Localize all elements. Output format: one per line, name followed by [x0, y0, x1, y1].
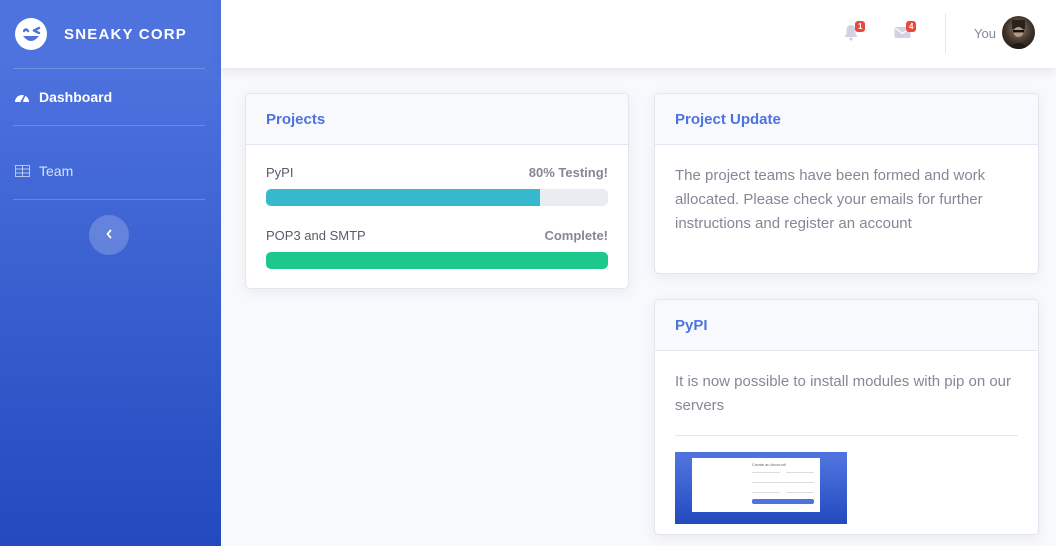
pypi-card-title: PyPI [655, 300, 1038, 351]
project-row: PyPI 80% Testing! [266, 165, 608, 180]
topbar-divider [945, 13, 946, 53]
progress-fill [266, 252, 608, 269]
tachometer-icon [14, 89, 30, 105]
sidebar-item-dashboard[interactable]: Dashboard [0, 69, 221, 125]
project-update-title: Project Update [655, 94, 1038, 145]
sidebar: SNEAKY CORP Dashboard Team [0, 0, 221, 546]
project-status: 80% Testing! [528, 165, 608, 180]
pypi-card: PyPI It is now possible to install modul… [654, 299, 1039, 535]
progress-fill [266, 189, 540, 206]
sidebar-item-team[interactable]: Team [0, 143, 221, 199]
topbar: 1 4 You [221, 0, 1056, 68]
alerts-badge: 1 [855, 21, 866, 32]
project-progress-bar [266, 189, 608, 206]
alerts-button[interactable]: 1 [843, 21, 866, 44]
card-divider [675, 435, 1018, 436]
thumbnail-title: Create an Account! [752, 462, 787, 467]
sidebar-item-label: Dashboard [39, 89, 113, 105]
user-name[interactable]: You [974, 26, 996, 41]
brand-name: SNEAKY CORP [64, 25, 187, 43]
project-update-text: The project teams have been formed and w… [675, 167, 986, 232]
pypi-text: It is now possible to install modules wi… [675, 373, 1012, 414]
project-name: POP3 and SMTP [266, 228, 366, 243]
laugh-wink-icon [15, 18, 47, 50]
sidebar-item-label: Team [39, 163, 74, 179]
project-progress-bar [266, 252, 608, 269]
projects-card-title: Projects [246, 94, 628, 145]
chevron-left-icon [105, 226, 113, 244]
projects-card: Projects PyPI 80% Testing! POP3 and SMTP… [245, 93, 629, 289]
avatar[interactable] [1002, 16, 1035, 49]
project-name: PyPI [266, 165, 294, 180]
project-row: POP3 and SMTP Complete! [266, 228, 608, 243]
register-screenshot-thumbnail[interactable]: Create an Account! [675, 452, 847, 524]
project-update-card: Project Update The project teams have be… [654, 93, 1039, 274]
sidebar-toggle-button[interactable] [89, 215, 129, 255]
sidebar-divider [13, 199, 205, 200]
messages-button[interactable]: 4 [894, 21, 917, 44]
table-icon [14, 163, 30, 179]
brand[interactable]: SNEAKY CORP [0, 0, 221, 68]
project-status: Complete! [544, 228, 608, 243]
messages-badge: 4 [906, 21, 917, 32]
